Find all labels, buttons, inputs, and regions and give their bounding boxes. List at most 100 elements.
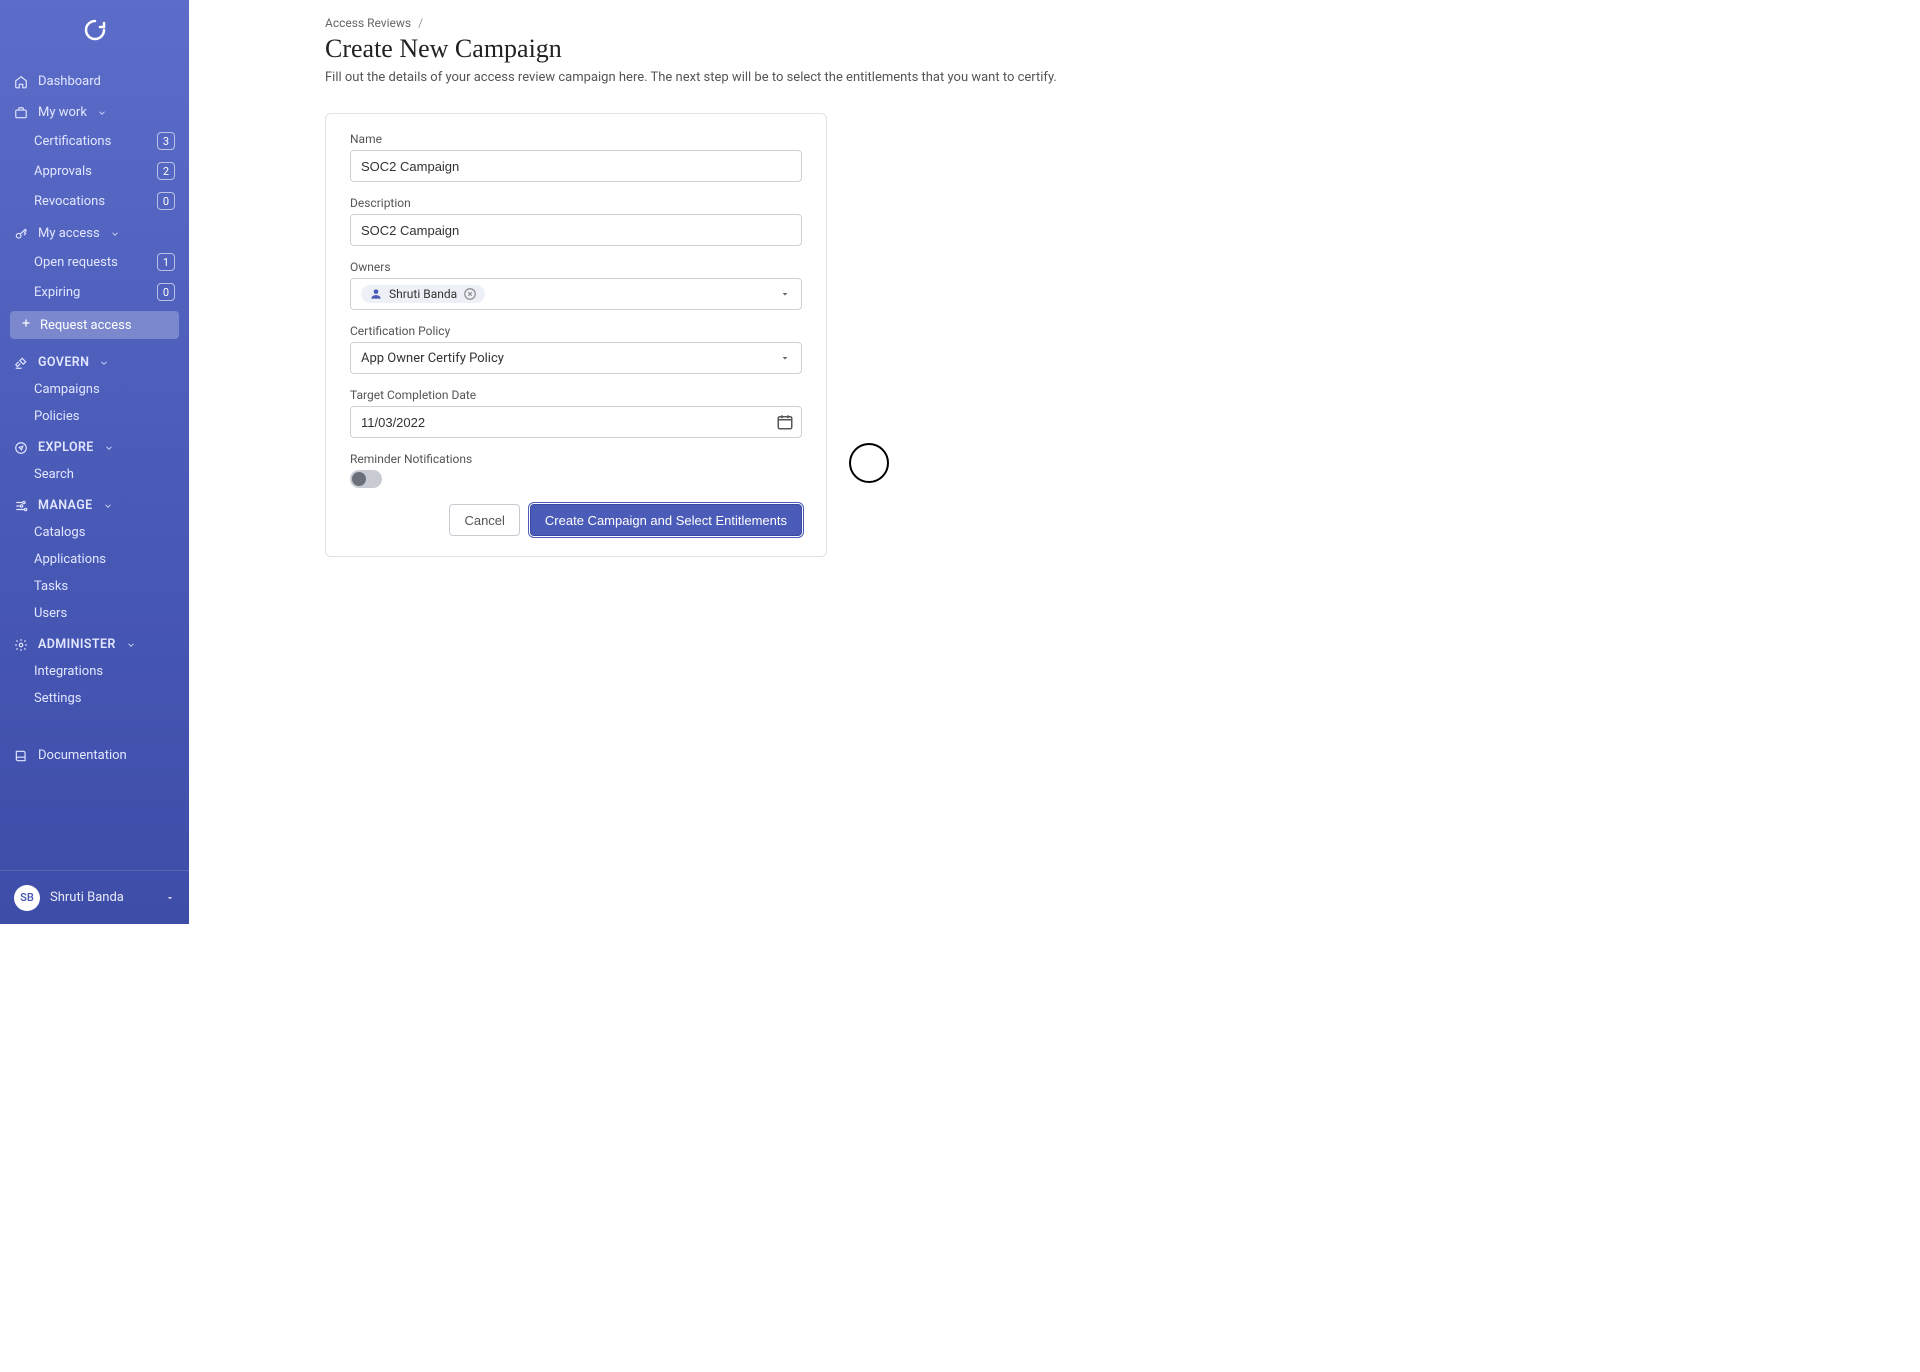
create-campaign-button[interactable]: Create Campaign and Select Entitlements <box>530 504 802 536</box>
count-badge: 0 <box>157 192 175 210</box>
key-icon <box>14 227 28 241</box>
nav-sub-users[interactable]: Users <box>0 600 189 627</box>
button-label: Request access <box>40 318 132 333</box>
form-card: Name Description Owners Shruti Banda Cer… <box>325 113 827 557</box>
nav-group-administer[interactable]: ADMINISTER <box>0 631 189 658</box>
nav-group-manage[interactable]: MANAGE <box>0 492 189 519</box>
name-input[interactable] <box>350 150 802 182</box>
owners-label: Owners <box>350 260 802 274</box>
gavel-icon <box>14 356 28 370</box>
nav-item-dashboard[interactable]: Dashboard <box>0 68 189 95</box>
nav-sub-catalogs[interactable]: Catalogs <box>0 519 189 546</box>
nav-label: Settings <box>34 691 175 706</box>
nav-label: ADMINISTER <box>38 637 116 652</box>
description-label: Description <box>350 196 802 210</box>
nav-sub-settings[interactable]: Settings <box>0 685 189 712</box>
description-input[interactable] <box>350 214 802 246</box>
nav-label: Open requests <box>34 255 147 270</box>
nav-group-explore[interactable]: EXPLORE <box>0 434 189 461</box>
main-content: Access Reviews / Create New Campaign Fil… <box>189 0 1294 924</box>
owner-chip: Shruti Banda <box>361 285 485 303</box>
cert-policy-select[interactable]: App Owner Certify Policy <box>350 342 802 374</box>
gear-icon <box>14 638 28 652</box>
nav-label: Search <box>34 467 175 482</box>
breadcrumb: Access Reviews / <box>325 16 1254 30</box>
nav-label: My work <box>38 105 87 120</box>
target-date-label: Target Completion Date <box>350 388 802 402</box>
user-avatar: SB <box>14 885 40 911</box>
breadcrumb-parent[interactable]: Access Reviews <box>325 16 411 30</box>
owner-chip-label: Shruti Banda <box>389 287 457 301</box>
nav-sub-tasks[interactable]: Tasks <box>0 573 189 600</box>
chevron-down-icon <box>110 229 120 239</box>
nav-label: My access <box>38 226 100 241</box>
nav-label: Dashboard <box>38 74 101 89</box>
name-label: Name <box>350 132 802 146</box>
nav-group-myaccess[interactable]: My access <box>0 220 189 247</box>
nav-label: Applications <box>34 552 175 567</box>
nav-label: Documentation <box>38 748 127 763</box>
cert-policy-value: App Owner Certify Policy <box>361 351 504 366</box>
nav-sub-integrations[interactable]: Integrations <box>0 658 189 685</box>
nav-sub-applications[interactable]: Applications <box>0 546 189 573</box>
nav-label: Tasks <box>34 579 175 594</box>
count-badge: 1 <box>157 253 175 271</box>
breadcrumb-separator: / <box>418 16 423 30</box>
page-title: Create New Campaign <box>325 34 1254 64</box>
nav-label: Revocations <box>34 194 147 209</box>
chevron-down-icon <box>99 358 109 368</box>
count-badge: 3 <box>157 132 175 150</box>
nav-label: Catalogs <box>34 525 175 540</box>
sidebar: Dashboard My work Certifications 3 Appro… <box>0 0 189 924</box>
owners-select[interactable]: Shruti Banda <box>350 278 802 310</box>
person-icon <box>369 287 383 301</box>
request-access-button[interactable]: Request access <box>10 311 179 339</box>
page-subtitle: Fill out the details of your access revi… <box>325 70 1254 85</box>
calendar-icon[interactable] <box>776 413 794 431</box>
nav-sub-policies[interactable]: Policies <box>0 403 189 430</box>
reminder-toggle[interactable] <box>350 470 382 488</box>
caret-down-icon <box>779 352 791 364</box>
nav-sub-open-requests[interactable]: Open requests 1 <box>0 247 189 277</box>
nav-group-mywork[interactable]: My work <box>0 99 189 126</box>
home-icon <box>14 75 28 89</box>
chevron-down-icon <box>104 443 114 453</box>
nav-sub-expiring[interactable]: Expiring 0 <box>0 277 189 307</box>
cursor-indicator-icon <box>849 443 889 483</box>
nav-label: Users <box>34 606 175 621</box>
cert-policy-label: Certification Policy <box>350 324 802 338</box>
cancel-button[interactable]: Cancel <box>449 504 519 536</box>
user-menu[interactable]: SB Shruti Banda <box>0 870 189 924</box>
briefcase-icon <box>14 106 28 120</box>
nav-sub-certifications[interactable]: Certifications 3 <box>0 126 189 156</box>
nav-sub-search[interactable]: Search <box>0 461 189 488</box>
plus-icon <box>20 317 32 333</box>
reminder-label: Reminder Notifications <box>350 452 802 466</box>
chevron-down-icon <box>103 501 113 511</box>
nav-sub-campaigns[interactable]: Campaigns <box>0 376 189 403</box>
app-logo-icon <box>83 18 107 42</box>
nav: Dashboard My work Certifications 3 Appro… <box>0 60 189 870</box>
nav-label: Expiring <box>34 285 147 300</box>
caret-down-icon <box>779 288 791 300</box>
nav-label: MANAGE <box>38 498 93 513</box>
count-badge: 0 <box>157 283 175 301</box>
book-icon <box>14 749 28 763</box>
user-name-label: Shruti Banda <box>50 890 155 905</box>
count-badge: 2 <box>157 162 175 180</box>
nav-item-documentation[interactable]: Documentation <box>0 742 189 769</box>
caret-down-icon <box>165 893 175 903</box>
nav-label: EXPLORE <box>38 440 94 455</box>
nav-label: Campaigns <box>34 382 175 397</box>
logo-area <box>0 0 189 60</box>
remove-chip-icon[interactable] <box>463 287 477 301</box>
nav-sub-revocations[interactable]: Revocations 0 <box>0 186 189 216</box>
nav-label: Certifications <box>34 134 147 149</box>
chevron-down-icon <box>97 108 107 118</box>
target-date-input[interactable] <box>350 406 802 438</box>
nav-sub-approvals[interactable]: Approvals 2 <box>0 156 189 186</box>
nav-label: GOVERN <box>38 355 89 370</box>
compass-icon <box>14 441 28 455</box>
nav-group-govern[interactable]: GOVERN <box>0 349 189 376</box>
nav-label: Policies <box>34 409 175 424</box>
